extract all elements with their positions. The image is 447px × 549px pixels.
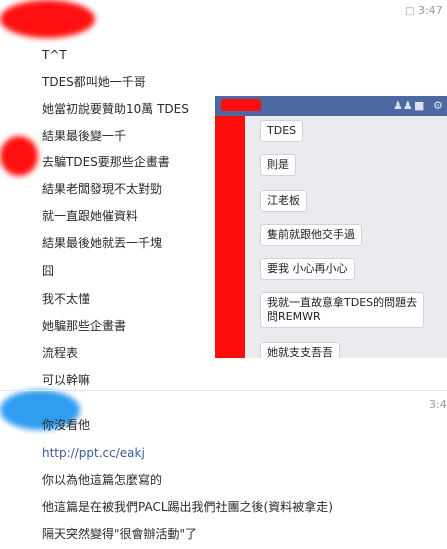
message-divider: [0, 390, 447, 391]
video-icon: ■: [414, 99, 425, 112]
chat-message: 結果老闆發現不太對勁: [42, 182, 163, 196]
embedded-message-bubble-multiline: 我就一直故意拿TDES的問題去 問REMWR: [260, 292, 425, 328]
embedded-message-bubble: 隻前就跟他交手過: [260, 224, 362, 246]
chat-message: 我不太懂: [42, 292, 91, 306]
embedded-chat-screenshot: ♟♟ ■ ⚙ TDES 則是 江老板 隻前就跟他交手過 要我 小心再小心 我就一…: [215, 96, 447, 358]
people-icon: ♟♟: [393, 99, 413, 112]
chat-message: 就一直跟她催資料: [42, 209, 139, 223]
redacted-embedded-avatar: [215, 116, 245, 358]
chat-message: 去騙TDES要那些企畫書: [42, 155, 170, 169]
chat-message: 你沒看他: [42, 418, 91, 432]
chat-message: 囧: [42, 264, 55, 278]
speech-bubble-icon: □: [405, 6, 415, 17]
chat-message: 可以幹嘛: [42, 373, 91, 387]
embedded-message-line: 問REMWR: [267, 310, 321, 323]
chat-message: 她當初說要贊助10萬 TDES: [42, 102, 189, 116]
chat-message: T^T: [42, 48, 67, 62]
chat-message: 結果最後變一千: [42, 129, 127, 143]
embedded-message-bubble: 則是: [260, 154, 296, 176]
message-timestamp: □ 3:47: [405, 4, 443, 17]
chat-message-link[interactable]: http://ppt.cc/eakj: [42, 446, 145, 460]
chat-message: TDES都叫她一千哥: [42, 75, 146, 89]
embedded-message-line: 我就一直故意拿TDES的問題去: [267, 296, 418, 309]
chat-message: 你以為他這篇怎麼寫的: [42, 473, 163, 487]
chat-message: 她騙那些企畫書: [42, 319, 127, 333]
redacted-avatar-left: [0, 136, 38, 176]
chat-message: 他這篇是在被我們PACL踢出我們社團之後(資料被拿走): [42, 500, 333, 514]
embedded-message-bubble: TDES: [260, 120, 304, 142]
embedded-message-bubble: 江老板: [260, 190, 307, 212]
chat-message: 隔天突然變得"很會辦活動"了: [42, 527, 198, 541]
embedded-message-bubble: 她就支支吾吾: [260, 342, 340, 358]
message-timestamp-second: 3:4: [429, 398, 447, 411]
chat-message: 流程表: [42, 346, 79, 360]
gear-icon: ⚙: [433, 99, 443, 112]
redacted-embedded-name: [221, 99, 261, 111]
embedded-message-bubble: 要我 小心再小心: [260, 258, 355, 280]
chat-message: 結果最後她就丟一千塊: [42, 236, 163, 250]
redacted-name-top: [0, 0, 95, 38]
embedded-chat-header: ♟♟ ■ ⚙: [215, 96, 447, 116]
